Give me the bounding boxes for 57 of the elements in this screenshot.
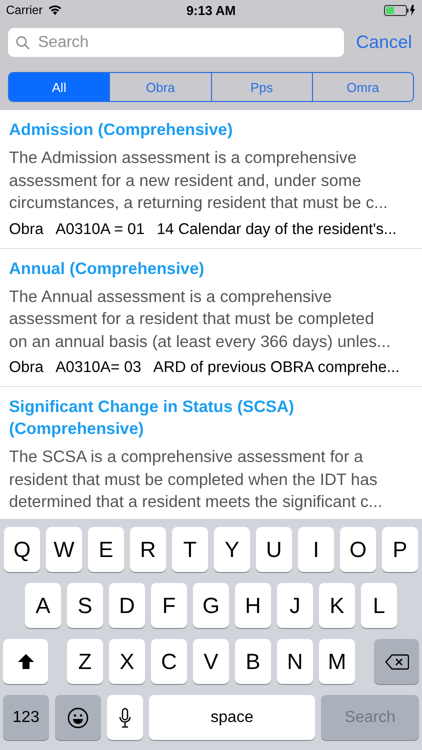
letter-key[interactable]: S — [67, 583, 103, 628]
assessment-code: A0310A = 01 — [55, 220, 145, 238]
assessment-detail: 14 Calendar day of the resident's... — [156, 220, 397, 238]
letter-key[interactable]: P — [382, 527, 418, 572]
letter-key[interactable]: H — [235, 583, 271, 628]
letter-key[interactable]: Z — [67, 639, 103, 684]
letter-key[interactable]: J — [277, 583, 313, 628]
carrier-label: Carrier — [6, 3, 43, 17]
filter-tab[interactable]: All — [9, 73, 110, 101]
description-line: assessment for a resident that must be completed — [9, 309, 374, 330]
letter-key[interactable]: R — [130, 527, 166, 572]
letter-key[interactable]: D — [109, 583, 145, 628]
shift-icon — [18, 654, 34, 669]
letter-key[interactable]: M — [319, 639, 355, 684]
battery-icon — [384, 4, 416, 16]
delete-key[interactable] — [374, 639, 419, 684]
dictation-key[interactable] — [107, 695, 143, 740]
wifi-icon — [48, 5, 62, 15]
description-line: resident that must be completed when the IDT has — [9, 470, 378, 490]
letter-key[interactable]: Q — [4, 527, 40, 572]
letter-key[interactable]: C — [151, 639, 187, 684]
letter-key[interactable]: B — [235, 639, 271, 684]
letter-key[interactable]: F — [151, 583, 187, 628]
shift-key[interactable] — [3, 639, 48, 684]
letter-key[interactable]: A — [25, 583, 61, 628]
letter-key[interactable]: L — [361, 583, 397, 628]
description-line: assessment for a new resident and, under some — [9, 170, 362, 192]
letter-key[interactable]: W — [46, 527, 82, 572]
letter-key[interactable]: N — [277, 639, 313, 684]
description-line: determined that a resident meets the significant c... — [9, 492, 382, 513]
description-line: on an annual basis (at least every 366 days) unles... — [9, 332, 391, 352]
description-line: The SCSA is a comprehensive assessment for a — [9, 447, 363, 468]
smiley-icon — [67, 706, 89, 728]
assessment-type: Obra — [9, 359, 44, 377]
microphone-icon — [119, 708, 131, 728]
clock-time: 9:13 AM — [186, 2, 236, 18]
assessment-type: Obra — [9, 220, 44, 238]
letter-key[interactable]: I — [298, 527, 334, 572]
letter-key[interactable]: V — [193, 639, 229, 684]
letter-key[interactable]: T — [172, 527, 208, 572]
space-key[interactable]: space — [149, 695, 315, 740]
letter-key[interactable]: U — [256, 527, 292, 572]
description-line: circumstances, a returning resident that must be c... — [9, 193, 388, 214]
search-field[interactable]: Search — [8, 28, 344, 57]
numbers-key[interactable]: 123 — [3, 695, 49, 740]
letter-key[interactable]: Y — [214, 527, 250, 572]
letter-key[interactable]: K — [319, 583, 355, 628]
assessment-detail: ARD of previous OBRA comprehe... — [153, 359, 400, 377]
description-line: The Admission assessment is a comprehensive — [9, 148, 357, 169]
letter-key[interactable]: G — [193, 583, 229, 628]
description-line: The Annual assessment is a comprehensive — [9, 286, 332, 308]
assessment-code: A0310A= 03 — [55, 359, 142, 377]
backspace-icon — [384, 654, 408, 670]
emoji-key[interactable] — [55, 695, 101, 740]
letter-key[interactable]: X — [109, 639, 145, 684]
letter-key[interactable]: E — [88, 527, 124, 572]
letter-key[interactable]: O — [340, 527, 376, 572]
